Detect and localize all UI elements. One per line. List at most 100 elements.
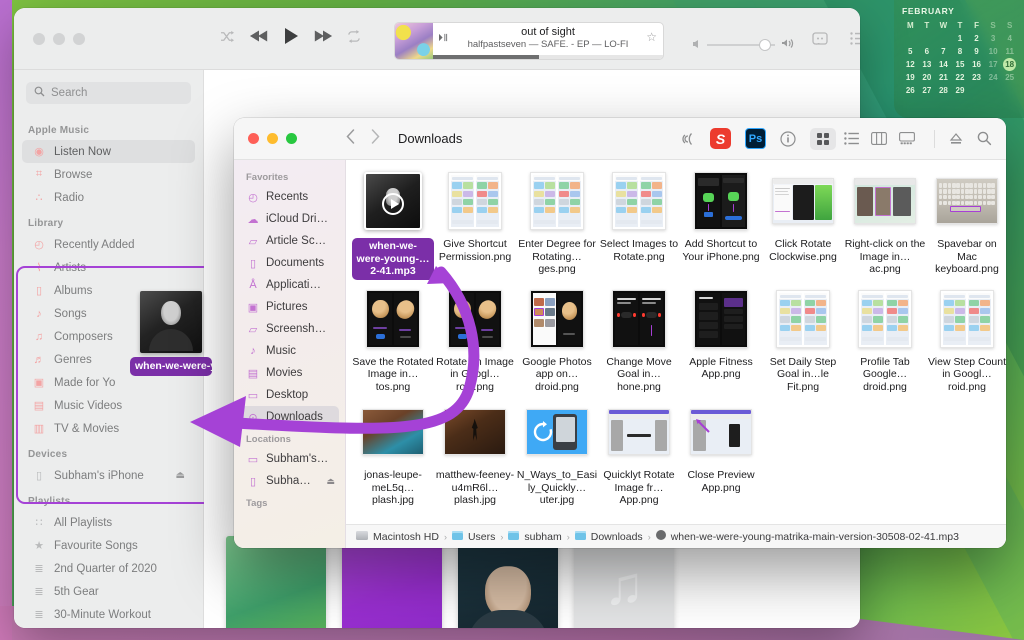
calendar-day[interactable] [1001, 84, 1018, 97]
maximize-button[interactable] [73, 32, 85, 45]
finder-toolbar[interactable]: S Ps [681, 127, 1006, 150]
forward-button[interactable] [371, 129, 380, 148]
repeat-icon[interactable] [347, 29, 361, 48]
file-item[interactable]: Select Images to Rotate.png [598, 168, 680, 280]
up-next-queue-icon[interactable] [850, 32, 860, 52]
sidebar-item-artists[interactable]: ⌇ Artists [22, 256, 195, 279]
shuffle-icon[interactable] [220, 30, 235, 48]
finder-sidebar-item-desktop[interactable]: ▭ Desktop [240, 384, 339, 406]
file-item[interactable]: Click Rotate Clockwise.png [762, 168, 844, 280]
sidebar-item-2nd-quarter-of-2020[interactable]: ≣ 2nd Quarter of 2020 [22, 557, 195, 580]
finder-sidebar-item-icloud-dri[interactable]: ☁ iCloud Dri… [240, 208, 339, 230]
path-segment[interactable]: Downloads [591, 531, 643, 543]
finder-sidebar-item-recents[interactable]: ◴ Recents [240, 186, 339, 208]
path-segment[interactable]: Macintosh HD [373, 531, 439, 543]
file-item[interactable]: jonas-leupe-meL5q…plash.jpg [352, 399, 434, 507]
sidebar-item-30-minute-workout[interactable]: ≣ 30-Minute Workout [22, 603, 195, 626]
finder-sidebar[interactable]: Favorites ◴ Recents ☁ iCloud Dri… ▱ Article Sc… [234, 160, 346, 548]
path-bar[interactable]: Macintosh HD › Users › subham › Downloads › when… [346, 524, 1006, 548]
minimize-button[interactable] [53, 32, 65, 45]
file-item[interactable]: matthew-feeney-u4mR6l…plash.jpg [434, 399, 516, 507]
next-button[interactable] [313, 29, 333, 48]
calendar-day[interactable]: 8 [952, 45, 969, 58]
calendar-widget[interactable]: FEBRUARY MTWTFSS 1 2 3 4 5 6 7 8 9 10 11 12 13 14 15 16… [894, 0, 1024, 118]
file-grid[interactable]: when-we-were-young-…2-41.mp3 Give Shortcu… [346, 168, 1006, 507]
gallery-view-icon[interactable] [894, 128, 920, 150]
sidebar-item-radio[interactable]: ∴ Radio [22, 186, 195, 209]
back-button[interactable] [346, 129, 355, 148]
calendar-day[interactable]: 26 [902, 84, 919, 97]
calendar-day[interactable]: 20 [919, 71, 936, 84]
calendar-day[interactable]: 9 [968, 45, 985, 58]
finder-sidebar-item-pictures[interactable]: ▣ Pictures [240, 296, 339, 318]
now-playing-display[interactable]: out of sight halfpastseven — SAFE. - EP … [394, 22, 664, 60]
calendar-day[interactable] [968, 84, 985, 97]
calendar-day[interactable]: 18 [1001, 58, 1018, 71]
file-item[interactable]: Enter Degree for Rotating…ges.png [516, 168, 598, 280]
close-button[interactable] [248, 133, 259, 144]
path-segment[interactable]: Users [468, 531, 495, 543]
finder-sidebar-item-subham-s[interactable]: ▭ Subham's… [240, 448, 339, 470]
app-icon-s[interactable]: S [710, 128, 731, 149]
calendar-day[interactable]: 28 [935, 84, 952, 97]
list-view-icon[interactable] [838, 128, 864, 150]
finder-sidebar-item-article-sc[interactable]: ▱ Article Sc… [240, 230, 339, 252]
calendar-day[interactable]: 22 [952, 71, 969, 84]
calendar-day[interactable]: 17 [985, 58, 1002, 71]
finder-sidebar-item-subha[interactable]: ▯ Subha… ⏏ [240, 470, 339, 492]
calendar-day[interactable]: 12 [902, 58, 919, 71]
file-item[interactable]: N_Ways_to_Easily_Quickly…uter.jpg [516, 399, 598, 507]
calendar-day[interactable]: 16 [968, 58, 985, 71]
calendar-day[interactable]: 6 [919, 45, 936, 58]
finder-navigation[interactable] [346, 129, 380, 148]
finder-sidebar-item-applicati[interactable]: Å Applicati… [240, 274, 339, 296]
calendar-day[interactable] [985, 84, 1002, 97]
sidebar-item-browse[interactable]: ⌗ Browse [22, 163, 195, 186]
file-item[interactable]: Quicklyt Rotate Image fr…App.png [598, 399, 680, 507]
sidebar-item-all-playlists[interactable]: ∷ All Playlists [22, 511, 195, 534]
finder-sidebar-item-movies[interactable]: ▤ Movies [240, 362, 339, 384]
calendar-day[interactable]: 5 [902, 45, 919, 58]
path-segment[interactable]: subham [524, 531, 561, 543]
file-item[interactable]: Give Shortcut Permission.png [434, 168, 516, 280]
calendar-day[interactable]: 10 [985, 45, 1002, 58]
search-icon[interactable] [977, 131, 992, 146]
finder-sidebar-item-music[interactable]: ♪ Music [240, 340, 339, 362]
finder-sidebar-item-downloads[interactable]: ⊙ Downloads [240, 406, 339, 428]
lyrics-icon[interactable] [812, 32, 828, 52]
album-tile[interactable] [226, 536, 326, 628]
music-traffic-lights[interactable] [14, 32, 204, 45]
file-item[interactable]: Apple Fitness App.png [680, 286, 762, 394]
calendar-day[interactable]: 15 [952, 58, 969, 71]
view-mode-switcher[interactable] [810, 127, 920, 150]
info-icon[interactable] [780, 130, 796, 147]
calendar-day[interactable]: 13 [919, 58, 936, 71]
album-tile[interactable] [342, 536, 442, 628]
calendar-day[interactable]: 2 [968, 32, 985, 45]
eject-icon[interactable]: ⏏ [326, 476, 339, 487]
sidebar-item-music-videos[interactable]: ▤ Music Videos [22, 394, 195, 417]
previous-button[interactable] [249, 29, 269, 48]
calendar-day[interactable]: 25 [1001, 71, 1018, 84]
file-item[interactable]: Spavebar on Mac keyboard.png [926, 168, 1006, 280]
calendar-day[interactable]: 7 [935, 45, 952, 58]
file-item[interactable]: View Step Count in Googl…roid.png [926, 286, 1006, 394]
file-item[interactable]: Google Photos app on…droid.png [516, 286, 598, 394]
file-item[interactable]: Close Preview App.png [680, 399, 762, 507]
music-extra-controls[interactable] [812, 32, 860, 52]
eject-icon[interactable]: ⏏ [176, 470, 195, 481]
calendar-day[interactable]: 23 [968, 71, 985, 84]
file-browser-area[interactable]: when-we-were-young-…2-41.mp3 Give Shortcu… [346, 160, 1006, 548]
sidebar-item-tv-movies[interactable]: ▥ TV & Movies [22, 417, 195, 440]
sidebar-item-5th-gear[interactable]: ≣ 5th Gear [22, 580, 195, 603]
airdrop-icon[interactable] [681, 131, 696, 147]
calendar-day[interactable]: 1 [952, 32, 969, 45]
album-tile[interactable] [458, 536, 558, 628]
finder-traffic-lights[interactable] [234, 133, 342, 144]
calendar-day[interactable]: 27 [919, 84, 936, 97]
file-item[interactable]: when-we-were-young-…2-41.mp3 [352, 168, 434, 280]
volume-slider[interactable] [707, 39, 775, 51]
sidebar-item-recently-added[interactable]: ◴ Recently Added [22, 233, 195, 256]
calendar-day[interactable] [919, 32, 936, 45]
finder-sidebar-item-documents[interactable]: ▯ Documents [240, 252, 339, 274]
